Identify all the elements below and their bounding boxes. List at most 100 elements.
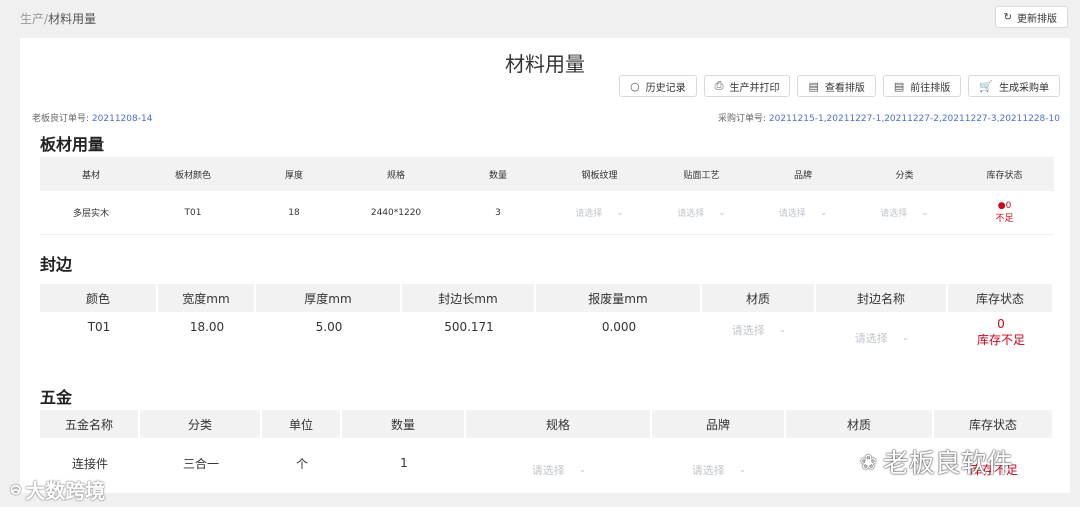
goto-layout-button[interactable]: ▤ 前往排版 bbox=[882, 75, 962, 97]
order-number: 老板良订单号: 20211208-14 bbox=[32, 111, 152, 124]
chevron-down-icon: ⌄ bbox=[718, 207, 726, 218]
select-placeholder: 请选择 bbox=[677, 209, 705, 219]
create-purchase-order-button[interactable]: 🛒 生成采购单 bbox=[968, 75, 1060, 97]
edge-waste: 0.000 bbox=[601, 320, 637, 334]
produce-print-button[interactable]: ⎙ 生产并打印 bbox=[703, 75, 791, 97]
toolbar: ○ 历史记录 ⎙ 生产并打印 ▤ 查看排版 ▤ 前往排版 🛒 生成采购单 bbox=[619, 75, 1060, 97]
texture-select[interactable]: 请选择 ⌄ bbox=[548, 191, 651, 235]
select-placeholder: 请选择 bbox=[531, 464, 565, 478]
select-placeholder: 请选择 bbox=[575, 209, 603, 219]
column-header: 材质 bbox=[786, 410, 934, 438]
column-header: 数量 bbox=[448, 157, 548, 191]
wechat-icon: ❀ bbox=[860, 449, 877, 474]
create-purchase-order-label: 生成采购单 bbox=[999, 82, 1049, 94]
board-color: T01 bbox=[142, 191, 244, 235]
hardware-category: 三合一 bbox=[182, 456, 219, 471]
order-number-link[interactable]: 20211208-14 bbox=[92, 114, 153, 124]
hardware-unit: 个 bbox=[295, 456, 308, 471]
column-header: 厚度 bbox=[244, 157, 344, 191]
watermark-right: ❀ 老板良软件 bbox=[860, 443, 1013, 480]
chat-bubble-icon: ဓ bbox=[10, 475, 22, 499]
column-header: 封边名称 bbox=[816, 284, 948, 312]
chevron-down-icon: ⌄ bbox=[616, 207, 624, 218]
refresh-layout-label: 更新排版 bbox=[1017, 13, 1057, 25]
chevron-down-icon: ⌄ bbox=[901, 333, 910, 344]
column-header: 单位 bbox=[262, 410, 342, 438]
select-placeholder: 请选择 bbox=[691, 464, 725, 478]
spec-select[interactable]: 请选择 ⌄ bbox=[466, 438, 652, 478]
board-section-title: 板材用量 bbox=[40, 135, 105, 154]
edge-width: 18.00 bbox=[189, 320, 225, 334]
column-header: 规格 bbox=[344, 157, 448, 191]
stock-text: 库存不足 bbox=[976, 333, 1025, 348]
finish-select[interactable]: 请选择 ⌄ bbox=[651, 191, 752, 235]
board-quantity: 3 bbox=[448, 191, 548, 235]
edge-thickness: 5.00 bbox=[315, 320, 343, 334]
column-header: 贴面工艺 bbox=[651, 157, 752, 191]
breadcrumb-parent[interactable]: 生产 bbox=[20, 12, 44, 26]
edge-name-select[interactable]: 请选择 ⌄ bbox=[816, 312, 948, 348]
purchase-order-links[interactable]: 20211215-1,20211227-1,20211227-2,2021122… bbox=[769, 114, 1060, 124]
stock-status: ●0 不足 bbox=[955, 191, 1054, 235]
watermark-left-text: 大数跨境 bbox=[25, 478, 106, 503]
stock-value: 0 bbox=[1005, 201, 1012, 212]
edge-length: 500.171 bbox=[444, 320, 494, 334]
breadcrumb-current: 材料用量 bbox=[48, 12, 97, 26]
refresh-layout-button[interactable]: ↻ 更新排版 bbox=[994, 6, 1068, 28]
watermark-right-text: 老板良软件 bbox=[882, 449, 1013, 479]
column-header: 规格 bbox=[466, 410, 652, 438]
view-layout-label: 查看排版 bbox=[824, 82, 865, 94]
breadcrumb: 生产/材料用量 bbox=[20, 10, 96, 27]
column-header: 库存状态 bbox=[955, 157, 1054, 191]
column-header: 分类 bbox=[140, 410, 262, 438]
printer-icon: ⎙ bbox=[714, 79, 724, 92]
view-layout-button[interactable]: ▤ 查看排版 bbox=[797, 75, 876, 97]
edge-color: T01 bbox=[87, 320, 111, 334]
goto-layout-label: 前往排版 bbox=[910, 82, 951, 94]
board-header-row: 基材 板材颜色 厚度 规格 数量 钢板纹理 贴面工艺 品牌 分类 库存状态 bbox=[40, 157, 1054, 191]
board-table: 基材 板材颜色 厚度 规格 数量 钢板纹理 贴面工艺 品牌 分类 库存状态 多层… bbox=[40, 157, 1054, 235]
column-header: 板材颜色 bbox=[142, 157, 244, 191]
column-header: 分类 bbox=[854, 157, 955, 191]
column-header: 库存状态 bbox=[934, 410, 1054, 438]
edge-section-title: 封边 bbox=[40, 255, 73, 274]
material-select[interactable]: 请选择 ⌄ bbox=[702, 312, 816, 348]
history-button[interactable]: ○ 历史记录 bbox=[619, 75, 697, 97]
stock-value: 0 bbox=[997, 317, 1005, 331]
status-dot-icon: ● bbox=[997, 201, 1006, 212]
column-header: 库存状态 bbox=[948, 284, 1054, 312]
chevron-down-icon: ⌄ bbox=[738, 465, 747, 476]
column-header: 品牌 bbox=[652, 410, 786, 438]
chevron-down-icon: ⌄ bbox=[778, 325, 787, 336]
select-placeholder: 请选择 bbox=[731, 324, 765, 338]
board-base: 多层实木 bbox=[40, 191, 142, 235]
chevron-down-icon: ⌄ bbox=[578, 465, 587, 476]
table-row: T01 18.00 5.00 500.171 0.000 请选择 ⌄ 请选择 ⌄ 0… bbox=[40, 312, 1054, 348]
board-thickness: 18 bbox=[244, 191, 344, 235]
brand-select[interactable]: 请选择 ⌄ bbox=[752, 191, 854, 235]
refresh-icon: ↻ bbox=[1003, 11, 1012, 23]
column-header: 报废量mm bbox=[536, 284, 702, 312]
chevron-down-icon: ⌄ bbox=[819, 207, 828, 218]
select-placeholder: 请选择 bbox=[880, 209, 908, 219]
column-header: 封边长mm bbox=[402, 284, 536, 312]
edge-table: 颜色 宽度mm 厚度mm 封边长mm 报废量mm 材质 封边名称 库存状态 T0… bbox=[40, 284, 1054, 348]
category-select[interactable]: 请选择 ⌄ bbox=[854, 191, 955, 235]
select-placeholder: 请选择 bbox=[854, 332, 888, 346]
stock-status: 0 库存不足 bbox=[948, 312, 1054, 348]
column-header: 钢板纹理 bbox=[548, 157, 651, 191]
layout-icon: ▤ bbox=[808, 79, 819, 93]
history-label: 历史记录 bbox=[645, 82, 686, 94]
hardware-header-row: 五金名称 分类 单位 数量 规格 品牌 材质 库存状态 bbox=[40, 410, 1054, 438]
column-header: 颜色 bbox=[40, 284, 158, 312]
cart-icon: 🛒 bbox=[979, 79, 993, 93]
edge-header-row: 颜色 宽度mm 厚度mm 封边长mm 报废量mm 材质 封边名称 库存状态 bbox=[40, 284, 1054, 312]
stock-text: 不足 bbox=[995, 213, 1014, 224]
order-number-label: 老板良订单号: bbox=[32, 114, 90, 124]
brand-select[interactable]: 请选择 ⌄ bbox=[652, 438, 786, 478]
column-header: 数量 bbox=[342, 410, 466, 438]
hardware-section-title: 五金 bbox=[40, 388, 73, 407]
board-spec: 2440*1220 bbox=[344, 191, 448, 235]
layout-icon: ▤ bbox=[893, 79, 905, 93]
column-header: 品牌 bbox=[752, 157, 854, 191]
